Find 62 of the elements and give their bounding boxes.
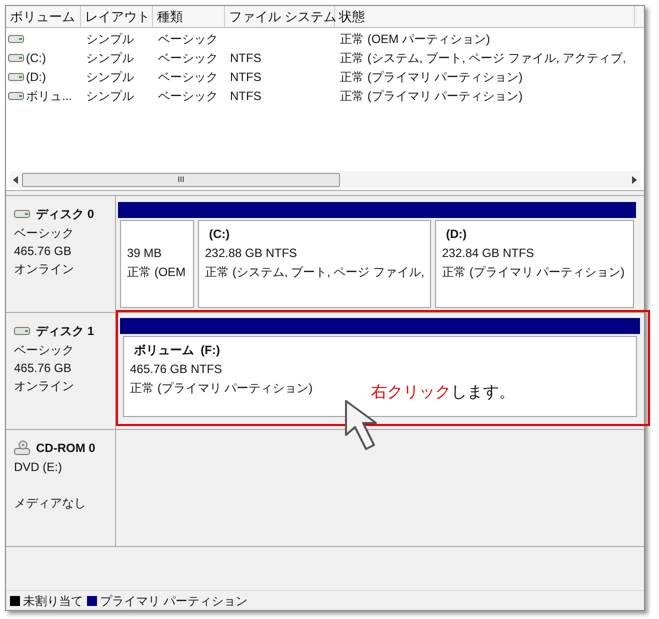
column-header[interactable]: 状態 bbox=[335, 6, 635, 27]
disk-name: ディスク 0 bbox=[36, 206, 94, 223]
annotation-text: 右クリック します。 bbox=[371, 383, 515, 403]
partition-box[interactable]: (C:) 232.88 GB NTFS 正常 (システム, ブート, ページ ファイル, bbox=[198, 220, 431, 308]
legend-label: プライマリ パーティション bbox=[100, 592, 248, 610]
partition-status: 正常 (プライマリ パーティション) bbox=[130, 380, 313, 397]
table-cell-text: (C:) bbox=[26, 50, 46, 66]
table-cell-text: (D:) bbox=[26, 68, 46, 86]
table-cell-text: ベーシック bbox=[157, 68, 218, 86]
partition-size: 465.76 GB NTFS bbox=[130, 361, 222, 378]
table-cell-text: NTFS bbox=[229, 50, 262, 66]
partition-size: 232.84 GB NTFS bbox=[442, 245, 534, 262]
disk-name: CD-ROM 0 bbox=[36, 440, 96, 457]
partition-status: 正常 (プライマリ パーティション) bbox=[442, 264, 625, 281]
scroll-right-icon[interactable] bbox=[630, 176, 638, 184]
disk-info: オンライン bbox=[14, 378, 74, 395]
disk-info: ベーシック bbox=[14, 342, 74, 359]
hard-drive-icon bbox=[8, 90, 24, 100]
partition-label: ボリューム (F:) bbox=[133, 342, 220, 359]
table-cell-text: 正常 (プライマリ パーティション) bbox=[339, 68, 523, 86]
partition-status: 正常 (システム, ブート, ページ ファイル, bbox=[205, 264, 424, 281]
partition-status: 正常 (OEM bbox=[127, 264, 186, 281]
table-cell-text: ベーシック bbox=[157, 50, 218, 66]
table-cell-text: シンプル bbox=[85, 68, 134, 86]
disk-info: メディアなし bbox=[14, 495, 86, 512]
table-cell-text: ボリュ... bbox=[26, 88, 72, 104]
disk-name: ディスク 1 bbox=[36, 323, 94, 340]
table-cell-text: ベーシック bbox=[157, 88, 218, 104]
partition-size: 232.88 GB NTFS bbox=[205, 245, 298, 262]
table-cell-text: NTFS bbox=[229, 68, 262, 86]
horizontal-scrollbar[interactable]: III bbox=[10, 171, 640, 188]
table-cell-text: 正常 (システム, ブート, ページ ファイル, アクティブ, bbox=[339, 50, 626, 66]
table-cell-text: NTFS bbox=[229, 88, 262, 104]
table-cell-text: シンプル bbox=[85, 88, 134, 104]
hard-drive-icon bbox=[14, 209, 30, 219]
optical-drive-icon bbox=[14, 440, 30, 456]
column-header[interactable]: ファイル システム bbox=[225, 6, 335, 27]
column-header[interactable]: ボリューム bbox=[6, 6, 81, 27]
scroll-left-icon[interactable] bbox=[12, 176, 20, 184]
table-cell-text: シンプル bbox=[85, 30, 134, 48]
disk-info: オンライン bbox=[14, 261, 74, 278]
column-header[interactable]: 種類 bbox=[153, 6, 225, 27]
hard-drive-icon bbox=[14, 326, 30, 336]
disk-info: 465.76 GB bbox=[14, 243, 72, 260]
disk-info: 465.76 GB bbox=[14, 360, 72, 377]
partition-box[interactable]: (D:) 232.84 GB NTFS 正常 (プライマリ パーティション) bbox=[435, 220, 634, 308]
hard-drive-icon bbox=[8, 34, 24, 44]
partition-box[interactable]: 39 MB 正常 (OEM bbox=[120, 220, 194, 308]
table-cell-text: ベーシック bbox=[157, 30, 218, 48]
legend-label: 未割り当て bbox=[23, 592, 83, 610]
partition-size: 39 MB bbox=[127, 245, 162, 262]
table-cell-text: 正常 (OEM パーティション) bbox=[339, 30, 490, 48]
disk-info: DVD (E:) bbox=[14, 459, 62, 476]
table-cell-text: 正常 (プライマリ パーティション) bbox=[339, 88, 523, 104]
partition-label: (D:) bbox=[445, 226, 467, 243]
table-cell-text: シンプル bbox=[85, 50, 134, 66]
hard-drive-icon bbox=[8, 52, 24, 62]
partition-label: (C:) bbox=[208, 226, 230, 243]
hard-drive-icon bbox=[8, 72, 24, 82]
scroll-thumb[interactable]: III bbox=[22, 172, 340, 186]
column-header[interactable]: レイアウト bbox=[81, 6, 153, 27]
disk-info: ベーシック bbox=[14, 225, 74, 242]
